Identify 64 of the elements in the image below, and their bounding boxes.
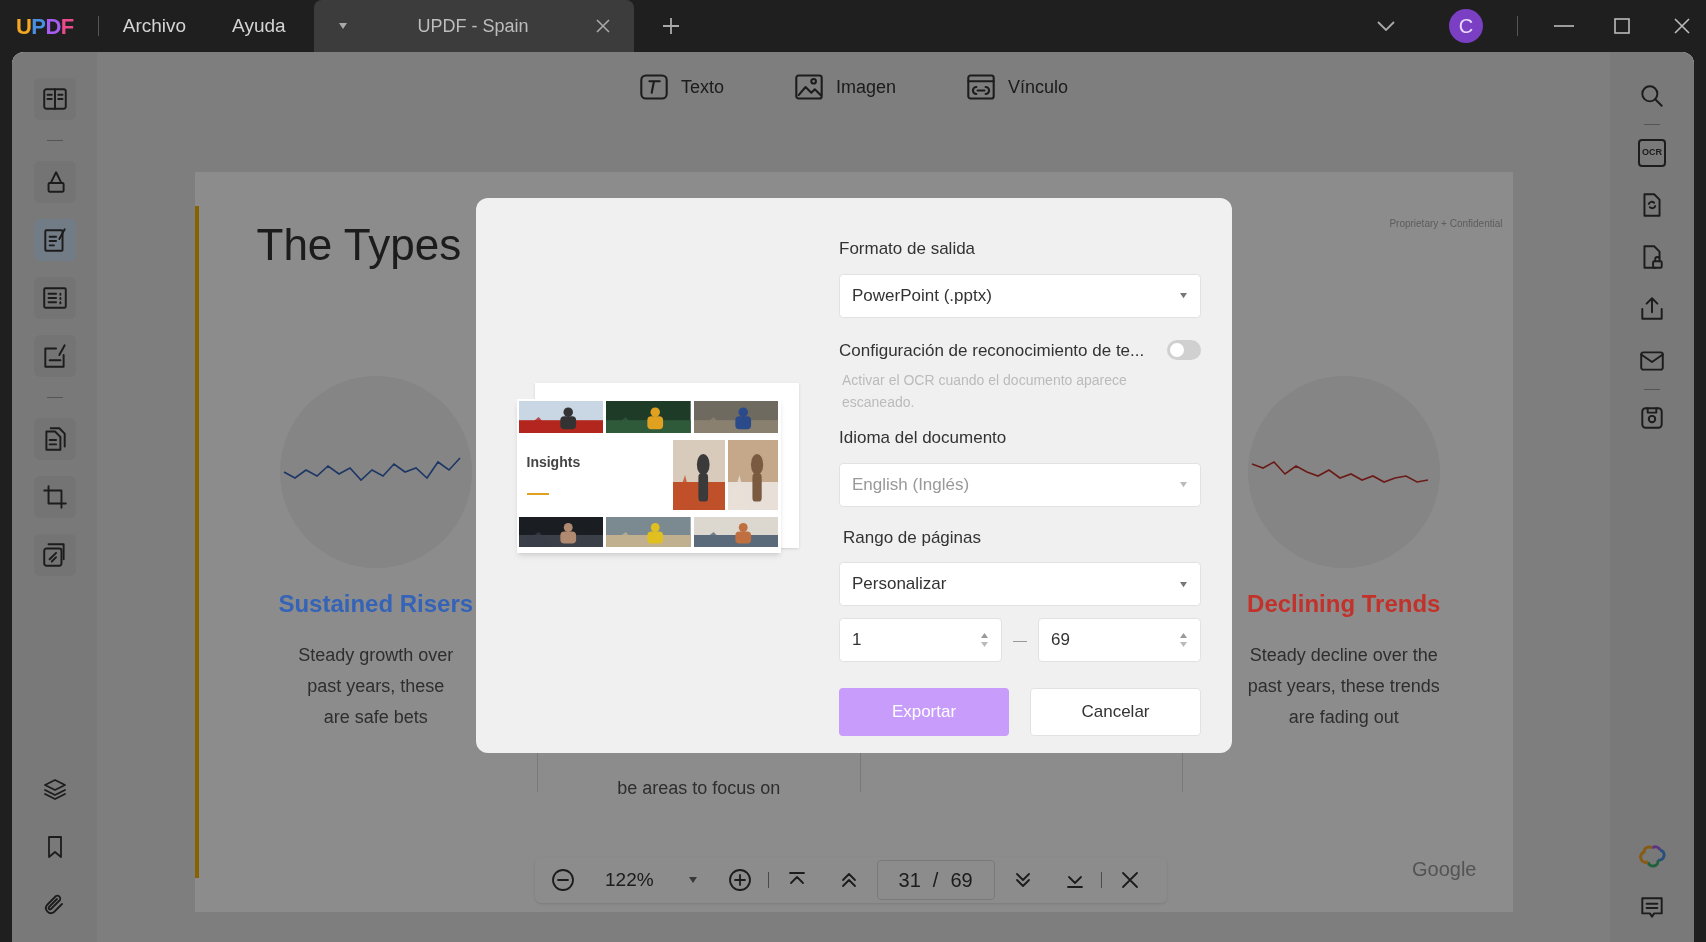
document-tab[interactable]: UPDF - Spain [313, 0, 634, 52]
page-total: 69 [950, 868, 973, 893]
ocr-icon[interactable]: OCR [1638, 139, 1666, 167]
edit-tool-button[interactable]: Imagen [793, 72, 896, 102]
layers-icon[interactable] [41, 776, 68, 802]
thumbnail-title: Insights [526, 452, 582, 472]
menu-item[interactable]: Archivo [122, 11, 187, 41]
dropdown[interactable]: Personalizar [839, 562, 1201, 606]
tool-button[interactable] [33, 219, 76, 261]
range-dash: — [1013, 630, 1027, 650]
column-text: Steady decline over the past years, these trends are fading out [1247, 644, 1440, 729]
spinner-icon[interactable] [1179, 631, 1188, 649]
number-input[interactable]: 1 [839, 618, 1002, 662]
page-separator: / [932, 868, 939, 893]
app-logo: UPDF [16, 12, 74, 41]
column-heading: Sustained Risers [278, 589, 474, 619]
close-icon[interactable] [1674, 18, 1690, 34]
column-text: Steady growth over past years, these are safe bets [298, 644, 454, 729]
book-icon [40, 85, 69, 113]
image-tool-icon [793, 72, 824, 102]
column-heading: Declining Trends [1247, 589, 1441, 619]
field-label: Rango de páginas [843, 526, 982, 549]
maximize-icon[interactable] [1614, 18, 1630, 34]
tab-label: UPDF - Spain [417, 14, 529, 38]
text-tool-icon [638, 72, 669, 102]
form-icon [40, 284, 69, 312]
search-icon[interactable] [1638, 82, 1666, 110]
user-avatar[interactable]: C [1449, 9, 1483, 43]
field-label: Formato de salida [839, 238, 977, 260]
crop-icon [40, 483, 69, 511]
save-icon[interactable] [1638, 404, 1666, 432]
zoom-level[interactable]: 122% [605, 865, 654, 895]
number-input[interactable]: 69 [1038, 618, 1201, 662]
zoom-in-icon[interactable] [727, 868, 752, 892]
toggle-switch[interactable] [1167, 340, 1201, 361]
caret-icon[interactable] [1179, 580, 1188, 588]
tool-button[interactable] [33, 335, 76, 377]
caret-icon[interactable] [1179, 292, 1188, 299]
field-label: Idioma del documento [839, 427, 1008, 449]
dropdown[interactable]: PowerPoint (.pptx) [839, 273, 1201, 318]
tool-button[interactable] [33, 534, 76, 576]
slide-title: The Types [256, 219, 462, 271]
tool-button[interactable] [33, 418, 76, 460]
tool-button[interactable] [33, 161, 76, 203]
tool-button[interactable] [33, 78, 76, 120]
new-tab-icon[interactable] [661, 17, 680, 35]
caret-icon[interactable] [337, 22, 348, 30]
chevron-down-icon[interactable] [1377, 21, 1395, 31]
page-number[interactable]: 31 [898, 865, 921, 895]
menu-item[interactable]: Ayuda [232, 11, 286, 41]
caret-icon[interactable] [687, 876, 698, 884]
field-label: Configuración de reconocimiento de te... [839, 339, 1145, 362]
link-tool-icon [966, 72, 996, 102]
close-icon[interactable] [595, 19, 610, 33]
tool-button[interactable] [33, 476, 76, 518]
edit-tool-button[interactable]: Vínculo [966, 72, 1069, 102]
spinner-icon[interactable] [980, 631, 989, 649]
cancel-button[interactable]: Cancelar [1030, 688, 1201, 736]
edit-tool-button[interactable]: Texto [638, 72, 724, 102]
zoom-out-icon[interactable] [551, 868, 575, 892]
brand-wordmark: Google [1412, 857, 1477, 882]
share-icon[interactable] [1638, 295, 1666, 323]
column-text: be areas to focus on [617, 777, 781, 800]
tool-button[interactable] [33, 277, 76, 319]
